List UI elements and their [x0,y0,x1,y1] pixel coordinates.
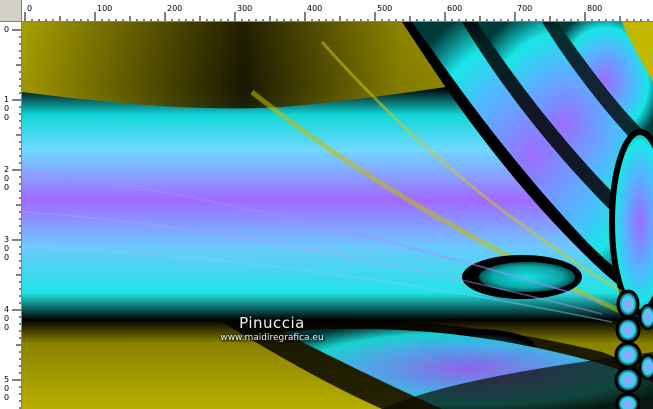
v-ruler-label: 0 [4,244,9,253]
h-ruler-label: 800 [587,4,602,13]
v-ruler-label: 0 [4,25,9,34]
h-ruler-label: 0 [27,4,32,13]
v-ruler-label: 5 [4,375,9,384]
h-ruler-label: 300 [237,4,252,13]
v-ruler-label: 0 [4,113,9,122]
h-ruler-label: 600 [447,4,462,13]
ruler-corner [0,0,22,22]
v-ruler-label: 0 [4,393,9,402]
v-ruler-label: 0 [4,104,9,113]
v-ruler-label: 3 [4,235,9,244]
v-ruler-label: 0 [4,314,9,323]
h-ruler-label: 700 [517,4,532,13]
h-ruler-label: 200 [167,4,182,13]
image-canvas[interactable]: Pinuccia www.maidiregrafica.eu [22,22,653,409]
h-ruler-label: 500 [377,4,392,13]
horizontal-ruler: 0 100 200 300 400 500 600 700 800 [22,0,653,22]
v-ruler-label: 1 [4,95,9,104]
v-ruler-label: 0 [4,323,9,332]
v-ruler-label: 4 [4,305,9,314]
v-ruler-label: 0 [4,384,9,393]
h-ruler-label: 100 [97,4,112,13]
fractal-artwork [22,22,653,409]
v-ruler-label: 0 [4,183,9,192]
vertical-ruler: 0100200300400500 [0,22,22,409]
v-ruler-label: 2 [4,165,9,174]
h-ruler-label: 400 [307,4,322,13]
v-ruler-label: 0 [4,253,9,262]
v-ruler-label: 0 [4,174,9,183]
